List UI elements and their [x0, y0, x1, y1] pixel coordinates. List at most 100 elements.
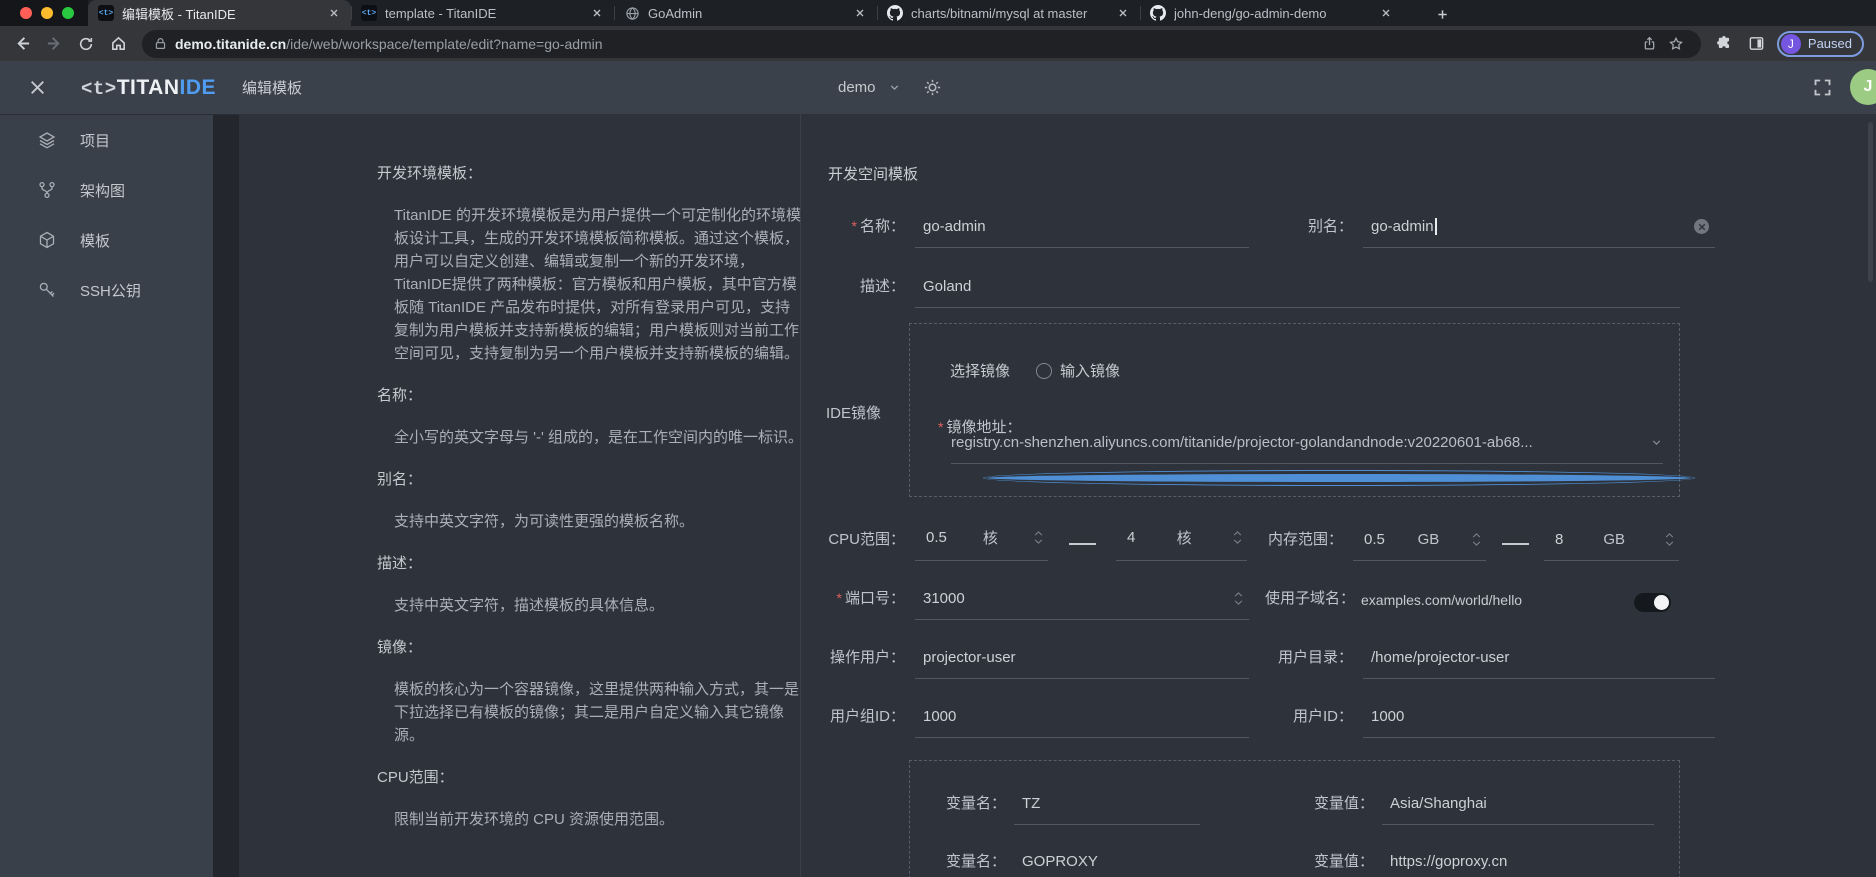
ide-image-label: IDE镜像: [826, 402, 881, 423]
reload-button[interactable]: [70, 29, 102, 59]
port-input[interactable]: 31000: [915, 590, 1249, 620]
forward-button[interactable]: [38, 29, 70, 59]
browser-profile-button[interactable]: J Paused: [1777, 31, 1864, 57]
tab-close-icon[interactable]: [325, 4, 343, 22]
user-id-label: 用户ID：: [1257, 705, 1353, 738]
fullscreen-icon[interactable]: [1812, 77, 1833, 98]
new-tab-button[interactable]: [1429, 4, 1455, 24]
gear-icon[interactable]: [923, 78, 942, 97]
alias-label: 别名：: [1257, 215, 1353, 248]
app-header: <t>TITANIDE 编辑模板 demo J: [0, 61, 1876, 114]
workspace-template-form: 开发空间模板 名称： go-admin 别名： go-admin 描述： Gol…: [239, 114, 1876, 877]
browser-tab-template[interactable]: <t> template - TitanIDE: [351, 0, 614, 26]
memory-range-label: 内存范围：: [1247, 528, 1343, 561]
image-address-select[interactable]: registry.cn-shenzhen.aliyuncs.com/titani…: [951, 434, 1663, 464]
tab-close-icon[interactable]: [1114, 4, 1132, 22]
browser-tab-github-mysql[interactable]: charts/bitnami/mysql at master: [877, 0, 1140, 26]
bookmark-star-icon[interactable]: [1663, 36, 1689, 52]
user-id-input[interactable]: 1000: [1363, 708, 1715, 738]
sidebar-item-architecture[interactable]: 架构图: [0, 165, 213, 215]
radio-select-image-label[interactable]: 选择镜像: [950, 360, 1010, 381]
form-title: 开发空间模板: [828, 163, 918, 184]
radio-input-image-label[interactable]: 输入镜像: [1060, 360, 1120, 381]
extensions-puzzle-icon[interactable]: [1709, 35, 1741, 52]
radio-select-image[interactable]: [983, 470, 1695, 486]
browser-tab-github-goadmin-demo[interactable]: john-deng/go-admin-demo: [1140, 0, 1403, 26]
env-vars-box: 变量名： TZ 变量值： Asia/Shanghai 变量名： GOPROXY …: [909, 760, 1680, 877]
sidebar-item-label: 模板: [80, 230, 110, 251]
alias-input[interactable]: go-admin: [1363, 218, 1715, 248]
port-label: 端口号：: [759, 587, 905, 620]
sidebar-item-label: 架构图: [80, 180, 125, 201]
subdomain-label: 使用子域名：: [1265, 587, 1355, 620]
group-id-input[interactable]: 1000: [915, 708, 1249, 738]
env-name-input[interactable]: GOPROXY: [1014, 853, 1200, 877]
browser-tab-edit-template[interactable]: <t> 编辑模板 - TitanIDE: [88, 0, 351, 26]
sidebar-item-label: SSH公钥: [80, 280, 141, 301]
stepper-icon[interactable]: [1034, 531, 1043, 544]
profile-avatar: J: [1781, 34, 1801, 54]
env-var-row: 变量名： GOPROXY 变量值： https://goproxy.cn: [938, 841, 1654, 877]
range-dash: [1048, 543, 1116, 561]
sidebar-item-projects[interactable]: 项目: [0, 115, 213, 165]
sidebar-item-templates[interactable]: 模板: [0, 215, 213, 265]
architecture-icon: [37, 180, 57, 200]
subdomain-toggle[interactable]: [1634, 593, 1671, 612]
zoom-window-button[interactable]: [62, 7, 74, 19]
env-value-label: 变量值：: [1304, 850, 1374, 877]
name-input[interactable]: go-admin: [915, 218, 1249, 248]
share-icon[interactable]: [1637, 36, 1663, 51]
memory-max-input[interactable]: 8GB: [1544, 531, 1679, 561]
tab-close-icon[interactable]: [588, 4, 606, 22]
cpu-max-input[interactable]: 4核: [1116, 527, 1247, 561]
titanide-favicon-icon: <t>: [361, 5, 377, 21]
clear-icon[interactable]: [1694, 219, 1709, 234]
macos-window-controls: [0, 0, 88, 26]
memory-min-input[interactable]: 0.5GB: [1353, 531, 1486, 561]
tab-close-icon[interactable]: [1377, 4, 1395, 22]
description-label: 描述：: [759, 275, 905, 308]
side-panel-icon[interactable]: [1741, 35, 1773, 52]
env-var-row: 变量名： TZ 变量值： Asia/Shanghai: [938, 783, 1654, 825]
env-name-input[interactable]: TZ: [1014, 795, 1200, 825]
env-value-input[interactable]: Asia/Shanghai: [1382, 795, 1654, 825]
home-button[interactable]: [102, 29, 134, 59]
browser-window: <t> 编辑模板 - TitanIDE <t> template - Titan…: [0, 0, 1876, 877]
url-path: /ide/web/workspace/template/edit?name=go…: [286, 36, 602, 52]
tab-title: 编辑模板 - TitanIDE: [122, 4, 317, 23]
close-icon[interactable]: [28, 78, 47, 97]
stepper-icon[interactable]: [1233, 531, 1242, 544]
env-value-input[interactable]: https://goproxy.cn: [1382, 853, 1654, 877]
close-window-button[interactable]: [20, 7, 32, 19]
browser-tab-goadmin[interactable]: GoAdmin: [614, 0, 877, 26]
cpu-min-input[interactable]: 0.5核: [915, 527, 1048, 561]
tab-title: template - TitanIDE: [385, 6, 580, 21]
sidebar-item-ssh-keys[interactable]: SSH公钥: [0, 265, 213, 315]
layers-icon: [37, 130, 57, 150]
user-avatar[interactable]: J: [1850, 69, 1876, 105]
stepper-icon[interactable]: [1472, 533, 1481, 546]
op-user-input[interactable]: projector-user: [915, 649, 1249, 679]
user-dir-label: 用户目录：: [1257, 646, 1353, 679]
back-button[interactable]: [6, 29, 38, 59]
chevron-down-icon[interactable]: [888, 81, 901, 94]
browser-toolbar: demo.titanide.cn/ide/web/workspace/templ…: [0, 26, 1876, 61]
tab-close-icon[interactable]: [851, 4, 869, 22]
stepper-icon[interactable]: [1665, 533, 1674, 546]
op-user-label: 操作用户：: [759, 646, 905, 679]
env-name-label: 变量名：: [938, 850, 1006, 877]
page-title: 编辑模板: [242, 77, 302, 98]
tab-title: GoAdmin: [648, 6, 843, 21]
group-id-label: 用户组ID：: [759, 705, 905, 738]
tab-strip: <t> 编辑模板 - TitanIDE <t> template - Titan…: [0, 0, 1876, 26]
stepper-icon[interactable]: [1234, 592, 1243, 605]
description-input[interactable]: Goland: [915, 278, 1680, 308]
ide-image-box: 选择镜像 输入镜像 镜像地址： registry.cn-shenzhen.ali…: [909, 323, 1680, 497]
workspace-selector[interactable]: demo: [838, 79, 876, 96]
user-dir-input[interactable]: /home/projector-user: [1363, 649, 1715, 679]
panel-divider: [213, 114, 239, 877]
minimize-window-button[interactable]: [41, 7, 53, 19]
tab-title: charts/bitnami/mysql at master: [911, 6, 1106, 21]
address-bar[interactable]: demo.titanide.cn/ide/web/workspace/templ…: [142, 30, 1701, 58]
radio-input-image[interactable]: [1036, 363, 1052, 379]
